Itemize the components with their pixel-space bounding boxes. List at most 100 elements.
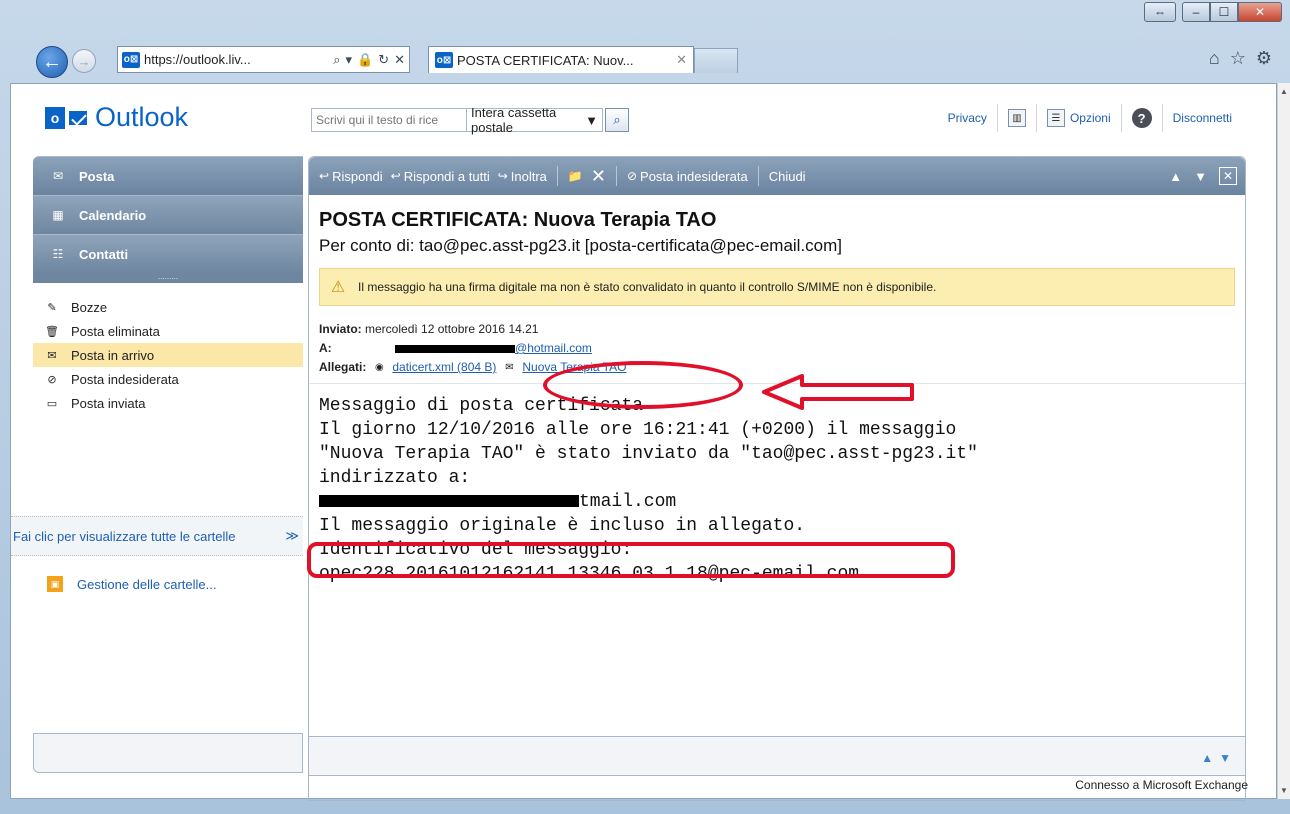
reading-pane: ↩ Rispondi ↩ Rispondi a tutti ↪ Inoltra … <box>308 156 1246 801</box>
junk-button[interactable]: ⊘ Posta indesiderata <box>623 169 752 184</box>
maximize-button[interactable]: ☐ <box>1210 2 1238 22</box>
folder-sent[interactable]: ▭ Posta inviata <box>33 391 303 415</box>
search-icon[interactable]: ⌕ <box>333 52 340 68</box>
warning-icon: ⚠ <box>330 279 346 296</box>
recipient-link[interactable]: @hotmail.com <box>515 341 592 355</box>
folder-inbox[interactable]: ✉ Posta in arrivo <box>33 343 303 367</box>
reply-button[interactable]: ↩ Rispondi <box>315 169 387 184</box>
forward-icon: ↪ <box>497 169 508 183</box>
folder-label: Posta indesiderata <box>71 371 179 387</box>
outlook-logo-icon: o <box>45 106 65 129</box>
message-toolbar: ↩ Rispondi ↩ Rispondi a tutti ↪ Inoltra … <box>309 157 1245 195</box>
nav-calendar[interactable]: ▦ Calendario <box>33 195 303 234</box>
delete-button[interactable]: ✕ <box>587 166 610 187</box>
close-tab-icon[interactable]: ✕ <box>676 52 687 68</box>
search-input[interactable] <box>311 108 467 132</box>
reading-pane-footer: ▲ ▼ <box>308 736 1246 776</box>
nav-label: Contatti <box>79 246 129 262</box>
stop-icon[interactable]: ✕ <box>394 52 405 68</box>
manage-folders-link[interactable]: ▣ Gestione delle cartelle... <box>33 576 216 592</box>
refresh-icon[interactable]: ↻ <box>378 52 389 68</box>
new-tab-button[interactable] <box>694 48 738 73</box>
divider <box>757 166 759 186</box>
move-button[interactable]: 📁 <box>564 169 587 183</box>
close-message-button[interactable]: Chiudi <box>765 169 810 184</box>
home-icon[interactable]: ⌂ <box>1209 48 1220 69</box>
mail-icon: ✉ <box>52 169 64 183</box>
nav-label: Calendario <box>79 207 147 223</box>
dropdown-icon[interactable]: ▾ <box>345 52 352 68</box>
scroll-up-icon[interactable]: ▲ <box>1280 87 1288 96</box>
search-button[interactable]: ⌕ <box>605 108 629 132</box>
outlook-favicon: o⊠ <box>435 52 453 68</box>
folder-label: Bozze <box>71 299 108 315</box>
folder-junk[interactable]: ⊘ Posta indesiderata <box>33 367 303 391</box>
minimize-button[interactable]: – <box>1182 2 1210 22</box>
smime-warning-bar: ⚠ Il messaggio ha una firma digitale ma … <box>319 268 1235 306</box>
forward-label: Inoltra <box>510 168 547 184</box>
book-icon: ▥ <box>1007 109 1026 127</box>
redaction <box>395 344 516 353</box>
smime-warning-text: Il messaggio ha una firma digitale ma no… <box>358 280 937 294</box>
next-message-icon[interactable]: ▼ <box>1194 169 1207 184</box>
reply-all-button[interactable]: ↩ Rispondi a tutti <box>387 169 494 184</box>
previous-message-icon[interactable]: ▲ <box>1201 751 1213 765</box>
search-area: Intera cassetta postale ▼ ⌕ <box>311 105 629 135</box>
body-line: "Nuova Terapia TAO" è stato inviato da "… <box>319 444 978 464</box>
page-scrollbar[interactable]: ▲ ▼ <box>1277 83 1290 799</box>
page-content: o Outlook Intera cassetta postale ▼ ⌕ Pr… <box>10 83 1277 801</box>
divider <box>615 166 617 186</box>
message-header: POSTA CERTIFICATA: Nuova Terapia TAO Per… <box>309 195 1245 377</box>
sent-value: mercoledì 12 ottobre 2016 14.21 <box>365 322 539 336</box>
back-button[interactable]: ← <box>36 46 68 78</box>
message-meta: Inviato: mercoledì 12 ottobre 2016 14.21… <box>319 320 1235 377</box>
folder-label: Posta eliminata <box>71 323 160 339</box>
delete-x-icon: ✕ <box>590 165 606 186</box>
scroll-down-icon[interactable]: ▼ <box>1280 786 1288 795</box>
outlook-logo[interactable]: o Outlook <box>45 102 188 133</box>
nav-contacts[interactable]: ☷ Contatti <box>33 234 303 273</box>
folder-deleted[interactable]: 🗑 Posta eliminata <box>33 319 303 343</box>
favorites-star-icon[interactable]: ☆ <box>1230 48 1246 69</box>
address-book-button[interactable]: ▥ <box>998 104 1036 132</box>
attachment-daticert[interactable]: daticert.xml (804 B) <box>392 358 496 377</box>
help-button[interactable]: ? <box>1122 104 1162 132</box>
message-sender: Per conto di: tao@pec.asst-pg23.it [post… <box>319 236 843 255</box>
email-attachment-icon: ✉ <box>505 362 514 373</box>
forward-button[interactable]: → <box>72 49 96 73</box>
browser-nav: ← → o⊠ https://outlook.liv... ⌕ ▾ 🔒 ↻ ✕ … <box>0 34 1290 78</box>
magnifier-icon: ⌕ <box>613 112 621 127</box>
manage-folders-icon: ▣ <box>47 576 63 592</box>
attachments-label: Allegati: <box>319 360 367 374</box>
mail-envelope-icon <box>69 110 87 125</box>
junk-label: Posta indesiderata <box>640 168 748 184</box>
redaction <box>319 495 579 508</box>
manage-folders-label: Gestione delle cartelle... <box>77 576 217 592</box>
close-window-button[interactable]: ✕ <box>1238 2 1282 22</box>
folder-drafts[interactable]: ✎ Bozze <box>33 295 303 319</box>
tab-title: POSTA CERTIFICATA: Nuov... <box>457 52 634 68</box>
show-all-folders-link[interactable]: Fai clic per visualizzare tutte le carte… <box>11 516 303 556</box>
address-bar[interactable]: o⊠ https://outlook.liv... ⌕ ▾ 🔒 ↻ ✕ <box>117 46 410 73</box>
address-url: https://outlook.liv... <box>144 52 251 67</box>
close-pane-icon[interactable]: ✕ <box>1219 167 1237 185</box>
resize-grip[interactable]: ......... <box>33 273 303 283</box>
privacy-link[interactable]: Privacy <box>938 104 997 132</box>
junk-icon: ⊘ <box>626 169 638 183</box>
options-label: Opzioni <box>1069 111 1111 125</box>
body-line: indirizzato a: <box>319 468 471 488</box>
resize-icon[interactable]: ⇔ <box>1144 2 1176 22</box>
folder-list: ✎ Bozze 🗑 Posta eliminata ✉ Posta in arr… <box>33 295 303 415</box>
options-list-icon: ☰ <box>1046 109 1065 127</box>
gear-icon[interactable]: ⚙ <box>1256 48 1272 69</box>
forward-button[interactable]: ↪ Inoltra <box>494 169 551 184</box>
lock-icon: 🔒 <box>357 51 374 67</box>
options-link[interactable]: ☰ Opzioni <box>1037 104 1121 132</box>
nav-mail[interactable]: ✉ Posta <box>33 156 303 195</box>
search-scope-select[interactable]: Intera cassetta postale ▼ <box>467 105 603 135</box>
browser-tab[interactable]: o⊠ POSTA CERTIFICATA: Nuov... ✕ <box>428 46 694 73</box>
connection-status: Connesso a Microsoft Exchange <box>1075 778 1248 792</box>
next-message-icon[interactable]: ▼ <box>1219 751 1231 765</box>
logout-link[interactable]: Disconnetti <box>1163 104 1242 132</box>
previous-message-icon[interactable]: ▲ <box>1169 169 1182 184</box>
